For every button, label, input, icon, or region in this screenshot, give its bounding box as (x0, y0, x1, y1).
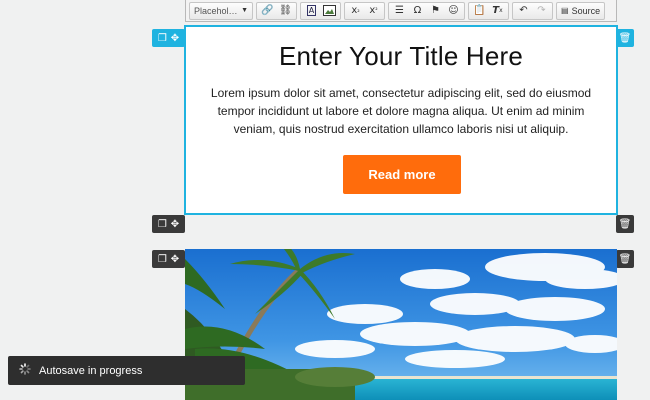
autosave-toast: Autosave in progress (8, 356, 245, 385)
undo-icon[interactable]: ↶ (515, 3, 532, 19)
text-block[interactable]: Enter Your Title Here Lorem ipsum dolor … (184, 25, 618, 215)
toast-text: Autosave in progress (39, 364, 143, 377)
block-handle-left: ❐ ✥ (152, 29, 185, 47)
source-button[interactable]: ▤ Source (556, 1, 606, 20)
trash-icon[interactable]: 🗑 (619, 219, 632, 230)
block-handle-left: ❐ ✥ (152, 250, 185, 268)
script-group: x₂ x² (344, 1, 385, 20)
copy-icon[interactable]: ❐ (158, 254, 167, 265)
trash-icon[interactable]: 🗑 (619, 254, 632, 265)
flag-icon[interactable]: ⚑ (427, 3, 444, 19)
redo-icon[interactable]: ↷ (533, 3, 550, 19)
block-handle-right: 🗑 (616, 215, 634, 233)
source-label: Source (571, 5, 601, 16)
smiley-icon[interactable]: ☺ (445, 3, 462, 19)
subscript-icon[interactable]: x₂ (347, 3, 364, 19)
clipboard-group: 📋 Tx (468, 1, 509, 20)
block-title[interactable]: Enter Your Title Here (186, 41, 616, 72)
paste-icon[interactable]: 📋 (471, 3, 488, 19)
unlink-icon[interactable]: ⛓ (277, 3, 294, 19)
chevron-down-icon: ▼ (241, 7, 248, 14)
copy-icon[interactable]: ❐ (158, 33, 167, 44)
spinner-icon (19, 363, 31, 378)
editor-toolbar: Placehol… ▼ 🔗 ⛓ A x₂ x² ☰ Ω ⚑ ☺ 📋 Tx ↶ ↷… (185, 0, 617, 22)
link-group: 🔗 ⛓ (256, 1, 297, 20)
block-handle-right: 🗑 (616, 250, 634, 268)
block-handle-right: 🗑 (616, 29, 634, 47)
move-icon[interactable]: ✥ (171, 219, 179, 230)
format-combo[interactable]: Placehol… ▼ (189, 1, 253, 20)
move-icon[interactable]: ✥ (171, 33, 179, 44)
source-icon: ▤ (561, 6, 569, 15)
move-icon[interactable]: ✥ (171, 254, 179, 265)
copy-icon[interactable]: ❐ (158, 219, 167, 230)
beach-image (185, 249, 617, 400)
block-body[interactable]: Lorem ipsum dolor sit amet, consectetur … (202, 84, 600, 138)
block-handle-left: ❐ ✥ (152, 215, 185, 233)
remove-format-icon[interactable]: Tx (489, 3, 506, 19)
omega-icon[interactable]: Ω (409, 3, 426, 19)
horizontal-rule-icon[interactable]: ☰ (391, 3, 408, 19)
superscript-icon[interactable]: x² (365, 3, 382, 19)
format-combo-label: Placehol… (194, 5, 238, 16)
trash-icon[interactable]: 🗑 (619, 33, 632, 44)
special-group: ☰ Ω ⚑ ☺ (388, 1, 465, 20)
insert-group: A (300, 1, 341, 20)
link-icon[interactable]: 🔗 (259, 3, 276, 19)
history-group: ↶ ↷ (512, 1, 553, 20)
read-more-button[interactable]: Read more (343, 155, 461, 194)
image-icon[interactable] (321, 3, 338, 19)
text-color-icon[interactable]: A (303, 3, 320, 19)
image-block[interactable] (185, 249, 617, 400)
